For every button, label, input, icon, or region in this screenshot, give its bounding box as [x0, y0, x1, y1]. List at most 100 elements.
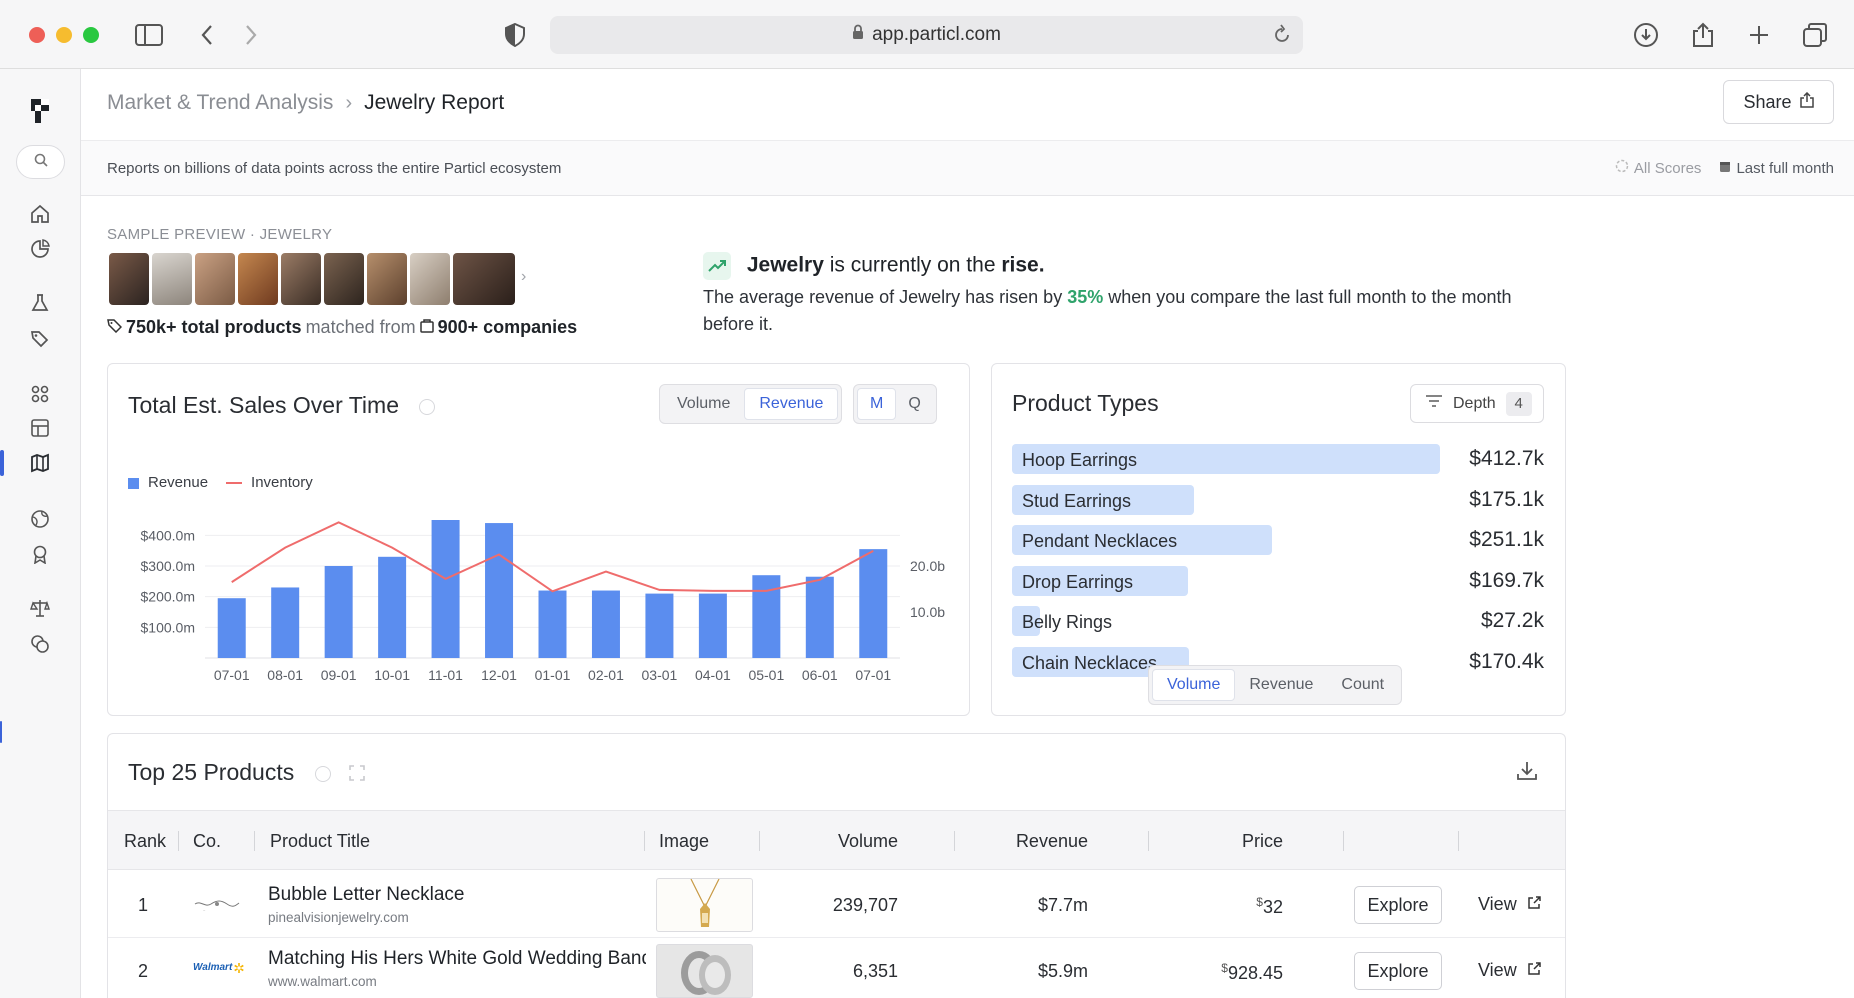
column-rank[interactable]: Rank: [124, 831, 166, 852]
column-product-title[interactable]: Product Title: [270, 831, 370, 852]
coins-icon[interactable]: [24, 628, 56, 660]
revenue-bar: [324, 566, 353, 658]
legend-revenue-label: Revenue: [148, 474, 209, 491]
depth-filter-button[interactable]: Depth 4: [1410, 384, 1544, 423]
grid-apps-icon[interactable]: [24, 378, 56, 410]
column-price[interactable]: Price: [1242, 831, 1283, 852]
lab-flask-icon[interactable]: [24, 287, 56, 319]
scores-filter-label: All Scores: [1633, 159, 1702, 177]
home-icon[interactable]: [24, 198, 56, 230]
downloads-icon[interactable]: [1631, 20, 1661, 50]
new-tab-icon[interactable]: [1744, 20, 1774, 50]
period-filter-label: Last full month: [1736, 159, 1834, 177]
column-divider: [759, 831, 760, 851]
sidebar-toggle-icon[interactable]: [134, 20, 164, 50]
preview-thumbnail[interactable]: [152, 253, 192, 305]
product-type-row[interactable]: Pendant Necklaces $251.1k: [1012, 523, 1544, 564]
legend-inventory[interactable]: Inventory: [226, 474, 313, 491]
zoom-window-button[interactable]: [83, 27, 99, 43]
product-image[interactable]: [656, 944, 753, 998]
explore-button[interactable]: Explore: [1354, 952, 1442, 990]
table-row[interactable]: 1 ~ Bubble Letter Necklace pinealvisionj…: [108, 872, 1565, 938]
column-divider: [254, 831, 255, 851]
info-icon[interactable]: [314, 765, 331, 782]
chart-legend: Revenue Inventory: [128, 474, 313, 491]
share-page-icon[interactable]: [1688, 20, 1718, 50]
y-tick-label: $400.0m: [141, 527, 195, 543]
minimize-window-button[interactable]: [56, 27, 72, 43]
product-type-label: Drop Earrings: [1022, 571, 1134, 592]
column-volume[interactable]: Volume: [838, 831, 898, 852]
particl-logo[interactable]: [24, 95, 56, 127]
product-title-link[interactable]: Matching His Hers White Gold Wedding Ban…: [268, 948, 646, 970]
reload-icon[interactable]: [1273, 24, 1291, 50]
preview-thumbnail[interactable]: [195, 253, 235, 305]
explore-button[interactable]: Explore: [1354, 886, 1442, 924]
types-option-volume[interactable]: Volume: [1152, 669, 1236, 701]
preview-thumbnail[interactable]: [324, 253, 364, 305]
report-subheader: Reports on billions of data points acros…: [81, 141, 1854, 196]
sales-chart[interactable]: $100.0m $200.0m $300.0m $400.0m 10.0b 20.0b 07…: [120, 500, 960, 700]
analytics-icon[interactable]: [24, 233, 56, 265]
types-option-count[interactable]: Count: [1327, 669, 1398, 701]
preview-thumbnail[interactable]: [367, 253, 407, 305]
product-type-row[interactable]: Stud Earrings $175.1k: [1012, 483, 1544, 524]
period-option-month[interactable]: M: [857, 388, 897, 420]
market-map-icon[interactable]: [24, 447, 56, 479]
metric-option-revenue[interactable]: Revenue: [744, 388, 839, 420]
table-icon[interactable]: [24, 412, 56, 444]
thumbnails-next-icon[interactable]: ›: [521, 268, 526, 286]
metric-option-volume[interactable]: Volume: [663, 388, 744, 420]
tags-icon[interactable]: [24, 323, 56, 355]
preview-thumbnail[interactable]: [109, 253, 149, 305]
search-button[interactable]: [16, 145, 65, 179]
table-row[interactable]: 2 Walmart Matching His Hers White Gold W…: [108, 938, 1565, 998]
share-upload-icon: [1799, 91, 1814, 113]
globe-icon[interactable]: [24, 503, 56, 535]
award-icon[interactable]: [24, 538, 56, 570]
address-bar[interactable]: app.particl.com: [550, 16, 1303, 54]
preview-thumbnail[interactable]: [410, 253, 450, 305]
preview-thumbnail[interactable]: [281, 253, 321, 305]
share-button[interactable]: Share: [1723, 80, 1834, 124]
column-revenue[interactable]: Revenue: [1016, 831, 1088, 852]
tab-overview-icon[interactable]: [1800, 20, 1830, 50]
info-icon[interactable]: [419, 398, 436, 415]
period-filter[interactable]: Last full month: [1719, 159, 1834, 177]
app-sidebar: [0, 69, 81, 998]
revenue-bar: [698, 593, 727, 658]
download-icon[interactable]: [1516, 760, 1538, 787]
trend-headline: Jewelry is currently on the rise.: [703, 252, 1543, 280]
privacy-shield-icon[interactable]: [500, 20, 530, 50]
product-domain: www.walmart.com: [268, 974, 377, 989]
close-window-button[interactable]: [29, 27, 45, 43]
period-option-quarter[interactable]: Q: [896, 388, 932, 420]
top-products-title: Top 25 Products: [128, 759, 365, 787]
product-type-value: $170.4k: [1469, 649, 1544, 673]
product-type-row[interactable]: Hoop Earrings $412.7k: [1012, 442, 1544, 483]
preview-thumbnail[interactable]: [238, 253, 278, 305]
breadcrumb-parent-link[interactable]: Market & Trend Analysis: [107, 91, 333, 115]
svg-text:~: ~: [203, 908, 206, 913]
preview-thumbnails[interactable]: [109, 253, 515, 305]
expand-icon[interactable]: [349, 760, 365, 787]
company-logo[interactable]: Walmart: [193, 962, 244, 973]
forward-icon[interactable]: [236, 20, 266, 50]
product-image[interactable]: [656, 878, 753, 932]
preview-thumbnail[interactable]: [453, 253, 515, 305]
y-tick-label: $300.0m: [141, 558, 195, 574]
compare-scale-icon[interactable]: [24, 592, 56, 624]
view-link[interactable]: View: [1478, 960, 1541, 981]
product-title-link[interactable]: Bubble Letter Necklace: [268, 884, 646, 906]
back-icon[interactable]: [192, 20, 222, 50]
company-logo[interactable]: ~: [193, 894, 241, 919]
product-type-row[interactable]: Belly Rings $27.2k: [1012, 604, 1544, 645]
legend-revenue[interactable]: Revenue: [128, 474, 208, 491]
types-option-revenue[interactable]: Revenue: [1235, 669, 1327, 701]
column-company[interactable]: Co.: [193, 831, 221, 852]
revenue-bar: [485, 523, 514, 658]
scores-filter[interactable]: All Scores: [1615, 159, 1702, 177]
product-type-row[interactable]: Drop Earrings $169.7k: [1012, 564, 1544, 605]
product-type-label: Chain Necklaces: [1022, 652, 1158, 673]
view-link[interactable]: View: [1478, 894, 1541, 915]
